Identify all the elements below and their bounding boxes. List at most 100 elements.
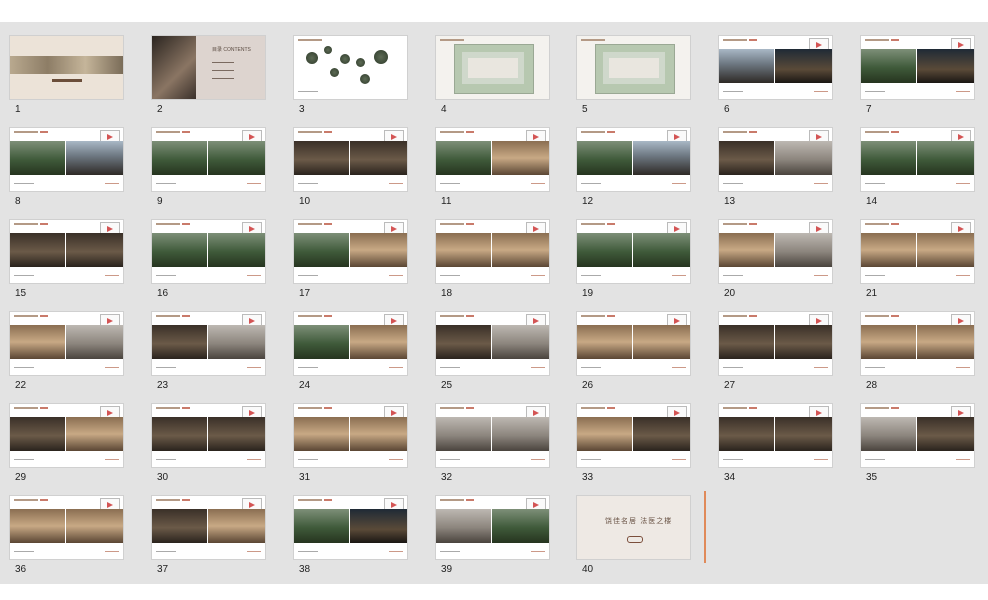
slide-header-mark bbox=[14, 407, 38, 409]
slide-footer-mark bbox=[298, 183, 318, 184]
slide-thumbnail[interactable]: 5 bbox=[577, 36, 693, 116]
slide-thumbnail[interactable]: 19 bbox=[577, 220, 693, 300]
slide-preview[interactable] bbox=[294, 496, 407, 559]
slide-preview[interactable] bbox=[294, 404, 407, 467]
slide-thumbnail[interactable]: 26 bbox=[577, 312, 693, 392]
slide-preview[interactable]: 饶佳名居 法医之楼 bbox=[577, 496, 690, 559]
slide-preview[interactable] bbox=[294, 36, 407, 99]
slide-thumbnail[interactable]: 12 bbox=[577, 128, 693, 208]
slide-preview[interactable] bbox=[719, 220, 832, 283]
slide-preview[interactable] bbox=[436, 312, 549, 375]
slide-preview[interactable] bbox=[436, 496, 549, 559]
slide-thumbnail[interactable]: 25 bbox=[436, 312, 552, 392]
slide-preview[interactable] bbox=[861, 404, 974, 467]
ending-seal bbox=[627, 536, 643, 543]
slide-header-accent bbox=[749, 315, 757, 317]
slide-preview[interactable] bbox=[152, 404, 265, 467]
slide-preview[interactable] bbox=[577, 128, 690, 191]
slide-footer-logo bbox=[814, 183, 828, 184]
slide-thumbnail[interactable]: 31 bbox=[294, 404, 410, 484]
circle-photo bbox=[360, 74, 370, 84]
slide-preview[interactable] bbox=[152, 496, 265, 559]
slide-preview[interactable] bbox=[10, 312, 123, 375]
slide-thumbnail[interactable]: 18 bbox=[436, 220, 552, 300]
slide-thumbnail[interactable]: 饶佳名居 法医之楼 40 bbox=[577, 496, 693, 576]
slide-preview[interactable] bbox=[861, 220, 974, 283]
slide-footer-mark bbox=[298, 367, 318, 368]
slide-preview[interactable] bbox=[719, 128, 832, 191]
slide-preview[interactable] bbox=[577, 36, 690, 99]
slide-header-mark bbox=[440, 223, 464, 225]
slide-thumbnail[interactable]: 6 bbox=[719, 36, 835, 116]
slide-thumbnail[interactable]: 33 bbox=[577, 404, 693, 484]
slide-preview[interactable] bbox=[152, 220, 265, 283]
slide-preview[interactable] bbox=[10, 404, 123, 467]
slide-preview[interactable] bbox=[152, 128, 265, 191]
slide-thumbnail[interactable]: 35 bbox=[861, 404, 977, 484]
slide-preview[interactable]: 目录 CONTENTS bbox=[152, 36, 265, 99]
slide-preview[interactable] bbox=[436, 36, 549, 99]
slide-thumbnail[interactable]: 23 bbox=[152, 312, 268, 392]
slide-thumbnail[interactable]: 1 bbox=[10, 36, 126, 116]
slide-preview[interactable] bbox=[719, 36, 832, 99]
slide-thumbnail[interactable]: 37 bbox=[152, 496, 268, 576]
slide-preview[interactable] bbox=[10, 36, 123, 99]
slide-preview[interactable] bbox=[436, 404, 549, 467]
slide-thumbnail[interactable]: 29 bbox=[10, 404, 126, 484]
slide-preview[interactable] bbox=[10, 128, 123, 191]
slide-preview[interactable] bbox=[294, 312, 407, 375]
slide-thumbnail[interactable]: 14 bbox=[861, 128, 977, 208]
slide-preview[interactable] bbox=[10, 220, 123, 283]
slide-preview[interactable] bbox=[294, 128, 407, 191]
slide-preview[interactable] bbox=[577, 220, 690, 283]
slide-preview[interactable] bbox=[152, 312, 265, 375]
slide-thumbnail[interactable]: 21 bbox=[861, 220, 977, 300]
slide-thumbnail[interactable]: 7 bbox=[861, 36, 977, 116]
slide-thumbnail[interactable]: 目录 CONTENTS 2 bbox=[152, 36, 268, 116]
slide-thumbnail[interactable]: 13 bbox=[719, 128, 835, 208]
slide-thumbnail[interactable]: 8 bbox=[10, 128, 126, 208]
slide-preview[interactable] bbox=[577, 404, 690, 467]
slide-thumbnail[interactable]: 10 bbox=[294, 128, 410, 208]
slide-thumbnail[interactable]: 11 bbox=[436, 128, 552, 208]
slide-preview[interactable] bbox=[436, 220, 549, 283]
slide-thumbnail[interactable]: 28 bbox=[861, 312, 977, 392]
slide-thumbnail[interactable]: 24 bbox=[294, 312, 410, 392]
slide-preview[interactable] bbox=[719, 312, 832, 375]
slide-preview[interactable] bbox=[861, 312, 974, 375]
slide-footer-mark bbox=[440, 551, 460, 552]
slide-preview[interactable] bbox=[436, 128, 549, 191]
slide-footer-logo bbox=[105, 275, 119, 276]
slide-thumbnail[interactable]: 36 bbox=[10, 496, 126, 576]
slide-preview[interactable] bbox=[294, 220, 407, 283]
slide-thumbnail[interactable]: 20 bbox=[719, 220, 835, 300]
slide-number: 3 bbox=[299, 104, 305, 115]
slide-preview[interactable] bbox=[719, 404, 832, 467]
toc-item bbox=[212, 62, 234, 63]
slide-thumbnail[interactable]: 32 bbox=[436, 404, 552, 484]
slide-thumbnail[interactable]: 30 bbox=[152, 404, 268, 484]
slide-preview[interactable] bbox=[577, 312, 690, 375]
slide-thumbnail[interactable]: 22 bbox=[10, 312, 126, 392]
slide-thumbnail[interactable]: 34 bbox=[719, 404, 835, 484]
slide-thumbnail[interactable]: 38 bbox=[294, 496, 410, 576]
slide-thumbnail[interactable]: 17 bbox=[294, 220, 410, 300]
slide-header-mark bbox=[14, 499, 38, 501]
slide-thumbnail[interactable]: 15 bbox=[10, 220, 126, 300]
slide-thumbnail[interactable]: 27 bbox=[719, 312, 835, 392]
slide-thumbnail[interactable]: 16 bbox=[152, 220, 268, 300]
slide-thumbnail[interactable]: 39 bbox=[436, 496, 552, 576]
slide-thumbnail[interactable]: 4 bbox=[436, 36, 552, 116]
slide-header-accent bbox=[466, 315, 474, 317]
slide-thumbnail[interactable]: 9 bbox=[152, 128, 268, 208]
slide-footer-logo bbox=[389, 367, 403, 368]
slide-thumbnail[interactable]: 3 bbox=[294, 36, 410, 116]
slide-preview[interactable] bbox=[861, 36, 974, 99]
slide-header-accent bbox=[466, 223, 474, 225]
slide-photo bbox=[152, 141, 207, 175]
slide-preview[interactable] bbox=[861, 128, 974, 191]
slide-number: 20 bbox=[724, 288, 736, 299]
slide-photo bbox=[10, 509, 65, 543]
slide-header-accent bbox=[891, 39, 899, 41]
slide-preview[interactable] bbox=[10, 496, 123, 559]
